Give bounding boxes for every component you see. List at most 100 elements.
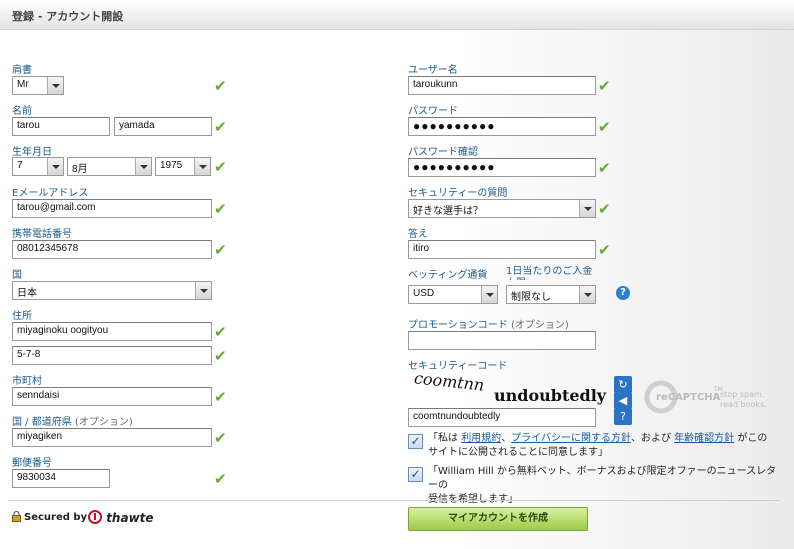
chevron-down-icon [135,158,151,175]
postal-input[interactable]: 9830034 [12,469,110,488]
recaptcha-brand: reCAPTCHA [656,392,721,403]
create-account-button[interactable]: マイアカウントを作成 [408,507,588,531]
chevron-down-icon [579,286,595,303]
promo-input[interactable] [408,331,596,350]
chevron-down-icon [47,158,63,175]
privacy-link[interactable]: プライバシーに関する方針 [511,433,631,444]
lock-icon [12,511,21,522]
name-label: 名前 [12,106,32,117]
password-input[interactable]: ●●●●●●●●●● [408,117,596,136]
dob-day-value: 7 [17,160,23,171]
check-icon: ✔ [214,470,227,488]
page-title: 登録 - アカウント開設 [12,10,124,23]
last-name-input[interactable]: yamada [114,117,212,136]
chevron-down-icon [481,286,497,303]
thawte-icon [88,510,102,524]
page-header: 登録 - アカウント開設 [0,0,794,30]
check-icon: ✔ [598,118,611,136]
check-icon: ✔ [598,159,611,177]
terms-prefix: 「私は [428,433,458,444]
title-select-value: Mr [17,79,29,90]
mobile-label: 携帯電話番号 [12,229,72,240]
captcha-input[interactable]: coomtnundoubtedly [408,408,596,427]
email-input[interactable]: tarou@gmail.com [12,199,212,218]
mobile-input[interactable]: 08012345678 [12,240,212,259]
marketing-checkbox[interactable]: ✓ [408,467,423,482]
security-question-value: 好きな選手は？ [413,206,483,217]
terms-sep: 、 [501,433,512,444]
password-label: パスワード [408,106,458,117]
state-label: 国 / 都道府県 (オプション) [12,413,133,428]
terms-consent-text: 「私は 利用規約、プライバシーに関する方針、および 年齢確認方針 がこの サイト… [428,432,784,460]
captcha-word-2: undoubtedly [494,386,607,405]
age-policy-link[interactable]: 年齢確認方針 [674,433,734,444]
promo-label-text: プロモーションコード [408,320,508,331]
info-icon[interactable]: ? [614,408,632,425]
title-select[interactable]: Mr [12,76,64,95]
recaptcha-tagline-1: stop spam. [720,390,765,399]
postal-label: 郵便番号 [12,458,52,469]
promo-optional-text: (オプション) [511,320,569,331]
address1-input[interactable]: miyaginoku oogityou [12,322,212,341]
check-icon: ✔ [214,347,227,365]
check-icon: ✔ [214,200,227,218]
daily-limit-select[interactable]: 制限なし [506,285,596,304]
terms-checkbox[interactable]: ✓ [408,434,423,449]
chevron-down-icon [194,158,210,175]
check-icon: ✔ [214,429,227,447]
email-label: Eメールアドレス [12,188,89,199]
refresh-icon[interactable]: ↻ [614,376,632,393]
divider [8,500,780,501]
security-question-select[interactable]: 好きな選手は？ [408,199,596,218]
check-icon: ✔ [214,77,227,95]
check-icon: ✔ [214,388,227,406]
answer-input[interactable]: itiro [408,240,596,259]
chevron-down-icon [579,200,595,217]
chevron-down-icon [195,282,211,299]
captcha-word-1: coomtnn [413,368,486,395]
state-input[interactable]: miyagiken [12,428,212,447]
first-name-input[interactable]: tarou [12,117,110,136]
promo-label: プロモーションコード (オプション) [408,316,569,331]
currency-value: USD [413,288,435,299]
daily-limit-label: 1日当たりのご入金上限 [506,266,593,280]
answer-label: 答え [408,229,428,240]
country-select[interactable]: 日本 [12,281,212,300]
check-icon: ✔ [598,77,611,95]
help-icon[interactable]: ? [616,286,630,300]
check-icon: ✔ [214,158,227,176]
address2-input[interactable]: 5-7-8 [12,346,212,365]
terms-suffix: がこの [737,433,768,444]
security-question-label: セキュリティーの質問 [408,188,508,199]
dob-month-value: 8月 [72,164,88,175]
captcha-image: coomtnn undoubtedly [408,368,608,408]
address-label: 住所 [12,311,32,322]
state-label-text: 国 / 都道府県 [12,417,72,428]
secured-by-text: Secured by [24,512,88,523]
recaptcha-tagline-2: read books. [720,400,767,409]
thawte-logo: thawte [88,510,154,525]
check-icon: ✔ [214,118,227,136]
password-confirm-input[interactable]: ●●●●●●●●●● [408,158,596,177]
dob-year-select[interactable]: 1975 [155,157,211,176]
thawte-text: thawte [106,511,154,525]
currency-select[interactable]: USD [408,285,498,304]
marketing-line-1: 「William Hill から無料ベット、ボーナスおよび限定オファーのニュース… [428,466,777,491]
country-value: 日本 [17,288,37,299]
city-label: 市町村 [12,376,42,387]
dob-label: 生年月日 [12,147,52,158]
check-icon: ✔ [598,200,611,218]
username-label: ユーザー名 [408,65,458,76]
terms-link[interactable]: 利用規約 [461,433,501,444]
country-label: 国 [12,270,22,281]
chevron-down-icon [47,77,63,94]
password-confirm-label: パスワード確認 [408,147,478,158]
dob-month-select[interactable]: 8月 [67,157,152,176]
audio-icon[interactable]: ◀ [614,392,632,409]
city-input[interactable]: senndaisi [12,387,212,406]
terms-and: 、および [631,433,671,444]
dob-day-select[interactable]: 7 [12,157,64,176]
username-input[interactable]: taroukunn [408,76,596,95]
state-optional-text: (オプション) [74,417,133,428]
check-icon: ✔ [214,323,227,341]
